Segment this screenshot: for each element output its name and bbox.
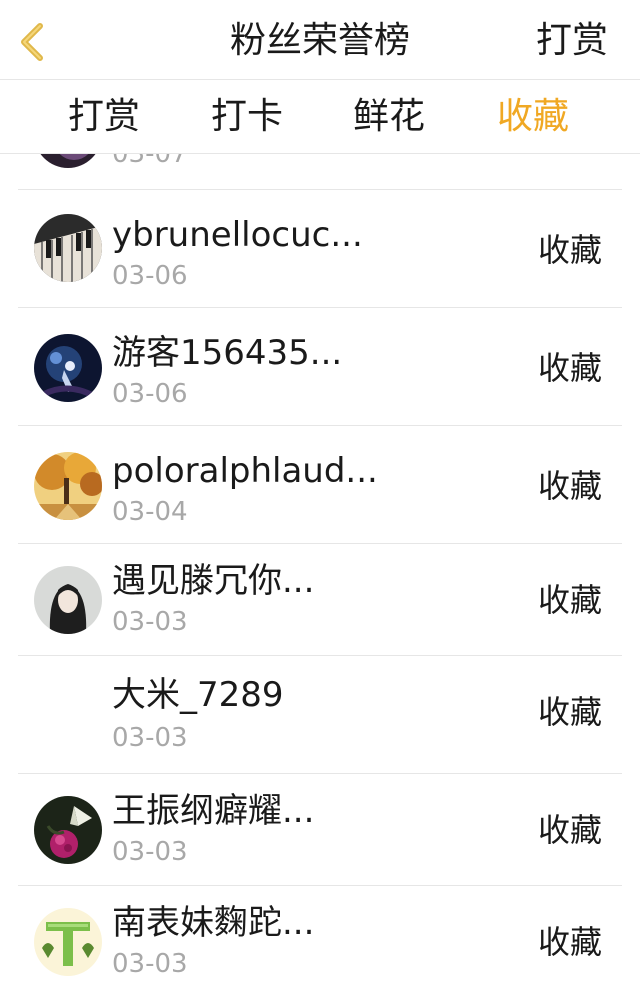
list-item-date: 03-04 — [112, 497, 188, 527]
tab-bar: 打赏 打卡 鲜花 收藏 — [0, 80, 640, 154]
favorite-label: 收藏 — [537, 467, 602, 505]
chevron-left-icon — [21, 23, 43, 61]
tab-tip[interactable]: 打赏 — [49, 94, 159, 140]
back-button[interactable] — [14, 20, 54, 64]
list-item[interactable]: 王振纲癖耀... 03-03 收藏 — [18, 774, 622, 886]
list-item-date: 03-03 — [112, 723, 188, 753]
list-item[interactable]: ybrunellocuc... 03-06 收藏 — [18, 190, 622, 308]
autumn-tree-avatar — [34, 452, 102, 520]
list-item-name: ybrunellocuc... — [112, 215, 363, 255]
list-item-name: 大米_7289 — [112, 675, 284, 715]
list-item-date: 03-07 — [112, 154, 188, 169]
favorite-label: 收藏 — [537, 349, 602, 387]
user-avatar — [34, 154, 102, 168]
list-item-name: 游客156435... — [112, 333, 343, 373]
list-item-name: 王振纲癖耀... — [112, 791, 315, 831]
favorite-label: 收藏 — [537, 923, 602, 961]
list-item[interactable]: 游客156435... 03-06 收藏 — [18, 308, 622, 426]
list-item[interactable]: 遇见滕冗你... 03-03 收藏 — [18, 544, 622, 656]
list-item-name: 南表妹麴跎... — [112, 903, 315, 943]
girl-portrait-avatar — [34, 566, 102, 634]
favorite-label: 收藏 — [537, 581, 602, 619]
tab-favorites[interactable]: 收藏 — [478, 94, 588, 140]
list-item-name: 遇见滕冗你... — [112, 561, 315, 601]
list-item[interactable]: poloralphlaud... 03-04 收藏 — [18, 426, 622, 544]
list-item[interactable]: 03-07 — [18, 154, 622, 190]
tab-flowers[interactable]: 鲜花 — [334, 94, 444, 140]
header-bar: 粉丝荣誉榜 打赏 — [0, 0, 640, 80]
list-item-date: 03-06 — [112, 379, 188, 409]
list-item[interactable]: 大米_7289 03-03 收藏 — [18, 656, 622, 774]
list-item-date: 03-06 — [112, 261, 188, 291]
favorite-label: 收藏 — [537, 231, 602, 269]
favorite-label: 收藏 — [537, 693, 602, 731]
tip-button[interactable]: 打赏 — [536, 18, 608, 64]
favorite-label: 收藏 — [537, 811, 602, 849]
letter-t-avatar — [34, 908, 102, 976]
tab-checkin[interactable]: 打卡 — [192, 94, 302, 140]
flower-butterfly-avatar — [34, 796, 102, 864]
list-item-date: 03-03 — [112, 949, 188, 979]
fan-list: 03-07 ybrunellocuc... 03-06 收藏 游客156435.… — [0, 154, 640, 992]
list-item-name: poloralphlaud... — [112, 451, 378, 491]
night-scene-avatar — [34, 334, 102, 402]
list-item[interactable]: 南表妹麴跎... 03-03 收藏 — [18, 886, 622, 992]
piano-keys-avatar — [34, 214, 102, 282]
list-item-date: 03-03 — [112, 837, 188, 867]
list-item-date: 03-03 — [112, 607, 188, 637]
